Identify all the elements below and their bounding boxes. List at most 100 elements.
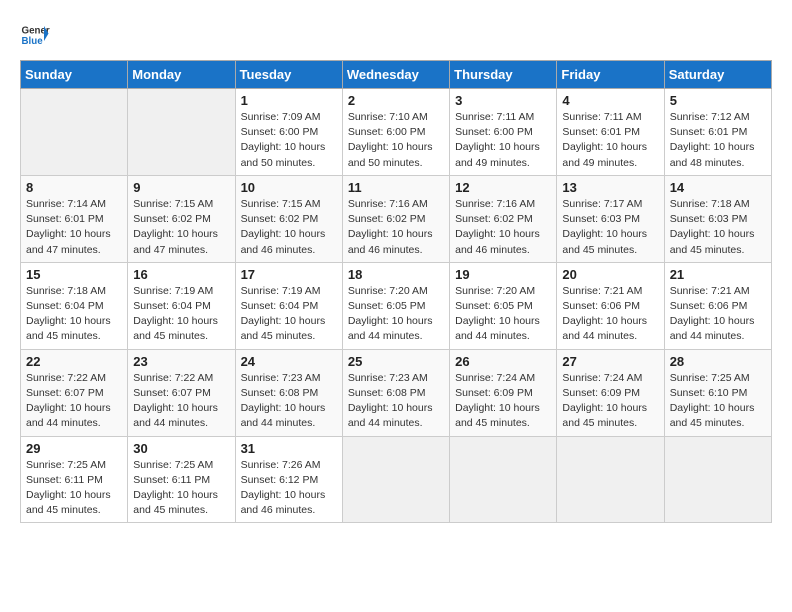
calendar-cell: 13Sunrise: 7:17 AMSunset: 6:03 PMDayligh… [557, 175, 664, 262]
day-info: Sunrise: 7:15 AMSunset: 6:02 PMDaylight:… [241, 197, 337, 258]
day-info: Sunrise: 7:15 AMSunset: 6:02 PMDaylight:… [133, 197, 229, 258]
day-number: 13 [562, 180, 658, 195]
calendar-week-row: 29 Sunrise: 7:25 AMSunset: 6:11 PMDayligh… [21, 436, 772, 523]
day-info: Sunrise: 7:21 AMSunset: 6:06 PMDaylight:… [670, 284, 766, 345]
day-info: Sunrise: 7:24 AMSunset: 6:09 PMDaylight:… [455, 371, 551, 432]
day-number: 11 [348, 180, 444, 195]
day-info: Sunrise: 7:21 AMSunset: 6:06 PMDaylight:… [562, 284, 658, 345]
day-number: 25 [348, 354, 444, 369]
calendar-cell: 28 Sunrise: 7:25 AMSunset: 6:10 PMDayligh… [664, 349, 771, 436]
calendar-cell: 5Sunrise: 7:12 AMSunset: 6:01 PMDaylight… [664, 89, 771, 176]
calendar-cell [342, 436, 449, 523]
day-info: Sunrise: 7:14 AMSunset: 6:01 PMDaylight:… [26, 197, 122, 258]
day-info: Sunrise: 7:18 AMSunset: 6:03 PMDaylight:… [670, 197, 766, 258]
day-number: 31 [241, 441, 337, 456]
dow-header: Tuesday [235, 61, 342, 89]
calendar-cell: 17 Sunrise: 7:19 AMSunset: 6:04 PMDayligh… [235, 262, 342, 349]
calendar-cell: 22Sunrise: 7:22 AMSunset: 6:07 PMDayligh… [21, 349, 128, 436]
day-info: Sunrise: 7:11 AMSunset: 6:01 PMDaylight:… [562, 110, 658, 171]
day-number: 17 [241, 267, 337, 282]
day-number: 27 [562, 354, 658, 369]
day-number: 29 [26, 441, 122, 456]
day-number: 1 [241, 93, 337, 108]
day-number: 18 [348, 267, 444, 282]
page-header: General Blue [20, 20, 772, 50]
day-number: 24 [241, 354, 337, 369]
calendar-cell: 30 Sunrise: 7:25 AMSunset: 6:11 PMDayligh… [128, 436, 235, 523]
calendar-cell: 12 Sunrise: 7:16 AMSunset: 6:02 PMDayligh… [450, 175, 557, 262]
dow-header: Wednesday [342, 61, 449, 89]
day-info: Sunrise: 7:23 AMSunset: 6:08 PMDaylight:… [348, 371, 444, 432]
day-info: Sunrise: 7:18 AMSunset: 6:04 PMDaylight:… [26, 284, 122, 345]
day-info: Sunrise: 7:25 AMSunset: 6:11 PMDaylight:… [26, 458, 122, 519]
day-number: 9 [133, 180, 229, 195]
calendar-week-row: 1 Sunrise: 7:09 AMSunset: 6:00 PMDaylight… [21, 89, 772, 176]
calendar-week-row: 15 Sunrise: 7:18 AMSunset: 6:04 PMDayligh… [21, 262, 772, 349]
day-number: 10 [241, 180, 337, 195]
calendar-cell: 8 Sunrise: 7:14 AMSunset: 6:01 PMDaylight… [21, 175, 128, 262]
day-number: 28 [670, 354, 766, 369]
calendar-cell: 27 Sunrise: 7:24 AMSunset: 6:09 PMDayligh… [557, 349, 664, 436]
day-info: Sunrise: 7:16 AMSunset: 6:02 PMDaylight:… [455, 197, 551, 258]
dow-header: Sunday [21, 61, 128, 89]
day-number: 20 [562, 267, 658, 282]
day-info: Sunrise: 7:19 AMSunset: 6:04 PMDaylight:… [133, 284, 229, 345]
calendar-cell [450, 436, 557, 523]
calendar-cell: 20 Sunrise: 7:21 AMSunset: 6:06 PMDayligh… [557, 262, 664, 349]
dow-header: Thursday [450, 61, 557, 89]
calendar-cell: 18 Sunrise: 7:20 AMSunset: 6:05 PMDayligh… [342, 262, 449, 349]
day-number: 16 [133, 267, 229, 282]
day-number: 14 [670, 180, 766, 195]
calendar-cell: 11 Sunrise: 7:16 AMSunset: 6:02 PMDayligh… [342, 175, 449, 262]
day-number: 12 [455, 180, 551, 195]
calendar-cell: 19Sunrise: 7:20 AMSunset: 6:05 PMDayligh… [450, 262, 557, 349]
calendar-cell: 23 Sunrise: 7:22 AMSunset: 6:07 PMDayligh… [128, 349, 235, 436]
calendar-week-row: 22Sunrise: 7:22 AMSunset: 6:07 PMDayligh… [21, 349, 772, 436]
calendar-cell [128, 89, 235, 176]
day-info: Sunrise: 7:22 AMSunset: 6:07 PMDaylight:… [133, 371, 229, 432]
calendar-cell [21, 89, 128, 176]
day-info: Sunrise: 7:11 AMSunset: 6:00 PMDaylight:… [455, 110, 551, 171]
day-info: Sunrise: 7:26 AMSunset: 6:12 PMDaylight:… [241, 458, 337, 519]
day-info: Sunrise: 7:23 AMSunset: 6:08 PMDaylight:… [241, 371, 337, 432]
day-info: Sunrise: 7:19 AMSunset: 6:04 PMDaylight:… [241, 284, 337, 345]
day-info: Sunrise: 7:09 AMSunset: 6:00 PMDaylight:… [241, 110, 337, 171]
calendar-cell: 21Sunrise: 7:21 AMSunset: 6:06 PMDayligh… [664, 262, 771, 349]
dow-header: Friday [557, 61, 664, 89]
days-of-week-row: SundayMondayTuesdayWednesdayThursdayFrid… [21, 61, 772, 89]
day-info: Sunrise: 7:20 AMSunset: 6:05 PMDaylight:… [348, 284, 444, 345]
calendar-cell: 26Sunrise: 7:24 AMSunset: 6:09 PMDayligh… [450, 349, 557, 436]
day-info: Sunrise: 7:22 AMSunset: 6:07 PMDaylight:… [26, 371, 122, 432]
logo-icon: General Blue [20, 20, 50, 50]
calendar-cell: 2 Sunrise: 7:10 AMSunset: 6:00 PMDaylight… [342, 89, 449, 176]
day-info: Sunrise: 7:25 AMSunset: 6:11 PMDaylight:… [133, 458, 229, 519]
calendar-body: 1 Sunrise: 7:09 AMSunset: 6:00 PMDaylight… [21, 89, 772, 523]
calendar-cell: 9 Sunrise: 7:15 AMSunset: 6:02 PMDaylight… [128, 175, 235, 262]
day-number: 15 [26, 267, 122, 282]
day-info: Sunrise: 7:24 AMSunset: 6:09 PMDaylight:… [562, 371, 658, 432]
day-info: Sunrise: 7:20 AMSunset: 6:05 PMDaylight:… [455, 284, 551, 345]
calendar-cell: 15 Sunrise: 7:18 AMSunset: 6:04 PMDayligh… [21, 262, 128, 349]
calendar-cell: 16 Sunrise: 7:19 AMSunset: 6:04 PMDayligh… [128, 262, 235, 349]
day-number: 23 [133, 354, 229, 369]
day-number: 8 [26, 180, 122, 195]
calendar-cell: 25 Sunrise: 7:23 AMSunset: 6:08 PMDayligh… [342, 349, 449, 436]
calendar-cell: 24 Sunrise: 7:23 AMSunset: 6:08 PMDayligh… [235, 349, 342, 436]
dow-header: Saturday [664, 61, 771, 89]
day-number: 5 [670, 93, 766, 108]
day-info: Sunrise: 7:10 AMSunset: 6:00 PMDaylight:… [348, 110, 444, 171]
calendar-cell: 31 Sunrise: 7:26 AMSunset: 6:12 PMDayligh… [235, 436, 342, 523]
calendar-cell: 1 Sunrise: 7:09 AMSunset: 6:00 PMDaylight… [235, 89, 342, 176]
day-info: Sunrise: 7:16 AMSunset: 6:02 PMDaylight:… [348, 197, 444, 258]
day-number: 30 [133, 441, 229, 456]
day-number: 3 [455, 93, 551, 108]
calendar-cell: 4Sunrise: 7:11 AMSunset: 6:01 PMDaylight… [557, 89, 664, 176]
calendar-cell [664, 436, 771, 523]
calendar-table: SundayMondayTuesdayWednesdayThursdayFrid… [20, 60, 772, 523]
svg-text:Blue: Blue [22, 36, 44, 47]
calendar-cell [557, 436, 664, 523]
logo: General Blue [20, 20, 50, 50]
day-number: 2 [348, 93, 444, 108]
day-info: Sunrise: 7:25 AMSunset: 6:10 PMDaylight:… [670, 371, 766, 432]
calendar-cell: 10 Sunrise: 7:15 AMSunset: 6:02 PMDayligh… [235, 175, 342, 262]
